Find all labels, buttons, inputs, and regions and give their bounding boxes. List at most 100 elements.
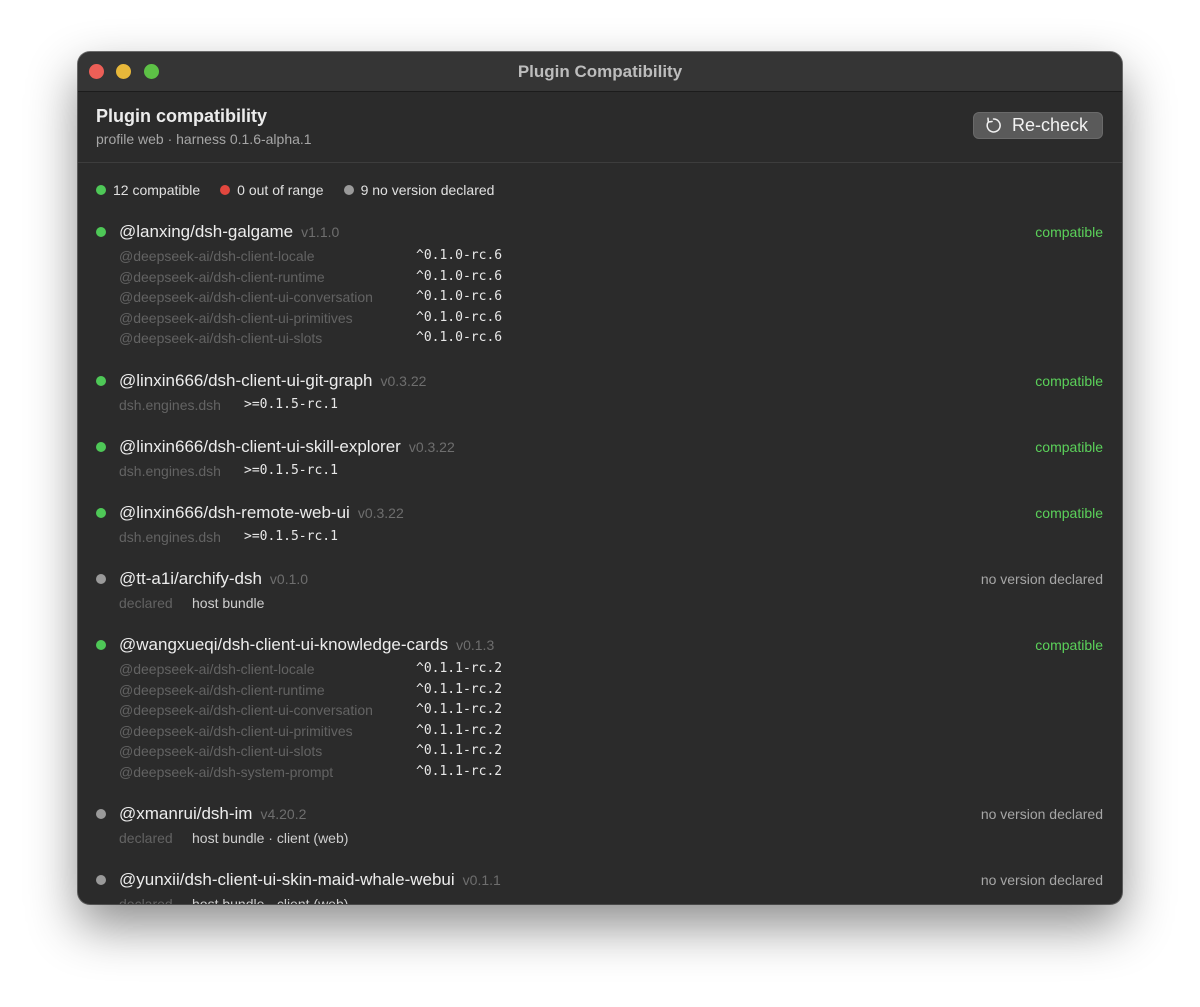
- summary-compatible: 12 compatible: [96, 182, 200, 198]
- dependency-name: @deepseek-ai/dsh-client-locale: [119, 248, 315, 264]
- declared-row: declared host bundle: [119, 593, 1103, 614]
- dependency-name: @deepseek-ai/dsh-client-runtime: [119, 681, 325, 698]
- dependency-range: ^0.1.1-rc.2: [416, 722, 503, 738]
- dependency-row: @deepseek-ai/dsh-client-locale ^0.1.1-rc.…: [119, 659, 1103, 680]
- refresh-icon: [986, 117, 1001, 133]
- plugin-version: v0.1.3: [456, 637, 495, 653]
- plugin-name: @yunxii/dsh-client-ui-skin-maid-whale-we…: [119, 870, 455, 889]
- plugin-version: v0.3.22: [380, 373, 427, 389]
- dependency-name: @deepseek-ai/dsh-client-ui-primitives: [119, 309, 353, 326]
- plugin-item: @linxin666/dsh-client-ui-skill-explorer v…: [96, 437, 1103, 482]
- plugin-name: @lanxing/dsh-galgame: [119, 222, 294, 241]
- plugin-version: v0.1.1: [462, 872, 501, 888]
- plugin-compatibility-window: Plugin Compatibility Plugin compatibilit…: [78, 52, 1122, 904]
- declared-value: host bundle: [192, 595, 265, 611]
- engine-label: dsh.engines.dsh: [119, 463, 221, 479]
- engine-row: dsh.engines.dsh >=0.1.5-rc.1: [119, 395, 1103, 416]
- dependency-row: @deepseek-ai/dsh-client-runtime ^0.1.0-rc…: [119, 267, 1103, 288]
- plugin-item: @xmanrui/dsh-im v4.20.2 no version declar…: [96, 804, 1103, 849]
- dependency-range: ^0.1.0-rc.6: [416, 309, 503, 325]
- plugin-item: @tt-a1i/archify-dsh v0.1.0 no version dec…: [96, 569, 1103, 614]
- plugin-version: v0.3.22: [357, 505, 404, 521]
- page-subtitle: profile web · harness 0.1.6-alpha.1: [96, 131, 312, 147]
- plugin-version: v0.1.0: [269, 571, 309, 587]
- engine-row: dsh.engines.dsh >=0.1.5-rc.1: [119, 461, 1103, 482]
- plugin-name: @linxin666/dsh-client-ui-skill-explorer: [119, 437, 401, 456]
- dependency-row: @deepseek-ai/dsh-client-runtime ^0.1.1-rc…: [119, 680, 1103, 701]
- status-dot-icon: [96, 640, 106, 650]
- dependency-name: @deepseek-ai/dsh-client-ui-slots: [119, 330, 323, 347]
- dependency-range: ^0.1.1-rc.2: [416, 763, 503, 779]
- dependency-row: @deepseek-ai/dsh-client-locale ^0.1.0-rc.…: [119, 246, 1103, 267]
- status-badge: compatible: [1035, 439, 1103, 455]
- declared-row: declared host bundle · client (web): [119, 894, 1103, 904]
- engine-row: dsh.engines.dsh >=0.1.5-rc.1: [119, 527, 1103, 548]
- dependency-name: @deepseek-ai/dsh-client-locale: [119, 661, 315, 677]
- plugin-version: v0.3.22: [408, 439, 455, 455]
- dependency-name: @deepseek-ai/dsh-client-ui-slots: [119, 743, 323, 760]
- plugin-item: @linxin666/dsh-client-ui-git-graph v0.3.2…: [96, 371, 1103, 416]
- plugin-name: @wangxueqi/dsh-client-ui-knowledge-cards: [119, 635, 449, 654]
- plugin-version: v1.1.0: [301, 224, 340, 240]
- gray-dot-icon: [343, 185, 354, 195]
- panel-header: Plugin compatibility profile web · harne…: [78, 92, 1122, 163]
- title-bar: Plugin Compatibility: [78, 52, 1122, 92]
- summary-out-of-range-label: 0 out of range: [237, 182, 324, 198]
- dependency-row: @deepseek-ai/dsh-client-ui-conversation ^…: [119, 700, 1103, 721]
- dependency-name: @deepseek-ai/dsh-client-ui-conversation: [119, 702, 373, 719]
- dependency-range: ^0.1.0-rc.6: [416, 289, 503, 305]
- status-badge: compatible: [1035, 224, 1103, 240]
- engine-range: >=0.1.5-rc.1: [244, 463, 338, 478]
- status-dot-icon: [96, 442, 106, 452]
- recheck-label: Re-check: [1012, 115, 1089, 135]
- status-summary: 12 compatible 0 out of range 9 no versio…: [96, 182, 494, 198]
- dependency-range: ^0.1.0-rc.6: [416, 268, 503, 284]
- summary-no-version: 9 no version declared: [343, 182, 495, 198]
- dependency-row: @deepseek-ai/dsh-client-ui-slots ^0.1.0-r…: [119, 328, 1103, 349]
- dependency-row: @deepseek-ai/dsh-client-ui-primitives ^0.…: [119, 308, 1103, 329]
- summary-out-of-range: 0 out of range: [220, 182, 324, 198]
- page-title: Plugin compatibility: [96, 106, 268, 126]
- status-badge: no version declared: [980, 806, 1103, 822]
- engine-label: dsh.engines.dsh: [119, 397, 221, 413]
- dependency-row: @deepseek-ai/dsh-system-prompt ^0.1.1-rc.…: [119, 762, 1103, 783]
- plugin-item: @yunxii/dsh-client-ui-skin-maid-whale-we…: [96, 870, 1103, 904]
- dependency-range: ^0.1.0-rc.6: [416, 248, 503, 263]
- plugin-name: @tt-a1i/archify-dsh: [119, 569, 262, 588]
- declared-value: host bundle · client (web): [192, 830, 349, 846]
- dependency-range: ^0.1.1-rc.2: [416, 743, 503, 759]
- engine-range: >=0.1.5-rc.1: [244, 397, 338, 412]
- plugin-name: @xmanrui/dsh-im: [119, 804, 253, 823]
- plugin-item: @wangxueqi/dsh-client-ui-knowledge-cards…: [96, 635, 1103, 783]
- status-badge: compatible: [1035, 505, 1103, 521]
- declared-value: host bundle · client (web): [192, 896, 349, 904]
- declared-row: declared host bundle · client (web): [119, 828, 1103, 849]
- window-title: Plugin Compatibility: [517, 62, 683, 81]
- dependency-range: ^0.1.1-rc.2: [416, 661, 503, 676]
- declared-label: declared: [119, 595, 173, 611]
- summary-no-version-label: 9 no version declared: [360, 182, 495, 198]
- status-dot-icon: [96, 875, 106, 885]
- declared-label: declared: [119, 830, 173, 846]
- dependency-range: ^0.1.1-rc.2: [416, 702, 503, 718]
- status-dot-icon: [96, 376, 106, 386]
- engine-label: dsh.engines.dsh: [119, 529, 221, 545]
- red-dot-icon: [220, 185, 231, 195]
- status-badge: compatible: [1035, 373, 1103, 389]
- dependency-row: @deepseek-ai/dsh-client-ui-conversation ^…: [119, 287, 1103, 308]
- summary-compatible-label: 12 compatible: [113, 182, 201, 198]
- dependency-range: ^0.1.1-rc.2: [416, 681, 503, 697]
- dependency-name: @deepseek-ai/dsh-client-ui-primitives: [119, 722, 353, 739]
- status-badge: no version declared: [980, 872, 1103, 888]
- recheck-button[interactable]: Re-check: [973, 112, 1103, 139]
- engine-range: >=0.1.5-rc.1: [244, 529, 338, 544]
- status-badge: no version declared: [980, 571, 1103, 587]
- declared-label: declared: [119, 896, 173, 904]
- status-badge: compatible: [1035, 637, 1103, 653]
- status-dot-icon: [96, 574, 106, 584]
- status-dot-icon: [96, 809, 106, 819]
- plugin-name: @linxin666/dsh-remote-web-ui: [119, 503, 350, 522]
- dependency-range: ^0.1.0-rc.6: [416, 330, 503, 346]
- dependency-name: @deepseek-ai/dsh-client-runtime: [119, 268, 325, 285]
- status-dot-icon: [96, 227, 106, 237]
